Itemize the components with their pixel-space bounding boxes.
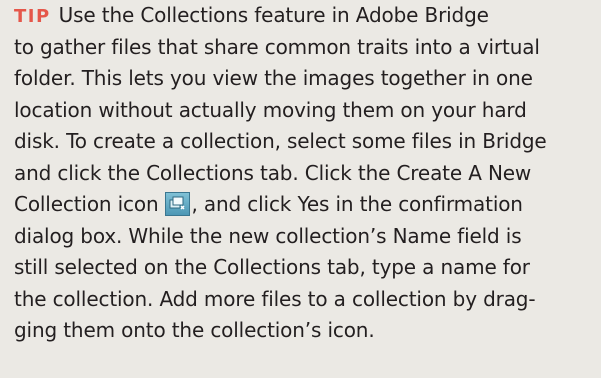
tip-box: TIP Use the Collections feature in Adobe …: [0, 0, 601, 378]
tip-line-1: TIP Use the Collections feature in Adobe …: [14, 0, 593, 32]
tip-line-7: Collection icon , and click Yes in the co…: [14, 189, 593, 221]
tip-text-7b: , and click Yes in the confirmation: [191, 192, 523, 216]
tip-line-4: location without actually moving them on…: [14, 97, 527, 122]
tip-text-7a: Collection icon: [14, 192, 159, 216]
tip-line-9: still selected on the Collections tab, t…: [14, 255, 530, 279]
tip-line-2: to gather files that share common traits…: [14, 34, 540, 59]
tip-line-5: disk. To create a collection, select som…: [14, 129, 547, 153]
tip-line-6: and click the Collections tab. Click the…: [14, 160, 532, 185]
tip-text-1: Use the Collections feature in Adobe Bri…: [58, 3, 489, 27]
tip-line-11: ging them onto the collection’s icon.: [14, 318, 375, 342]
tip-line-3: folder. This lets you view the images to…: [14, 66, 533, 90]
tip-line-10: the collection. Add more files to a coll…: [14, 286, 536, 311]
tip-line-8: dialog box. While the new collection’s N…: [14, 223, 522, 248]
new-collection-icon: [164, 192, 190, 216]
tip-label: TIP: [14, 6, 51, 27]
